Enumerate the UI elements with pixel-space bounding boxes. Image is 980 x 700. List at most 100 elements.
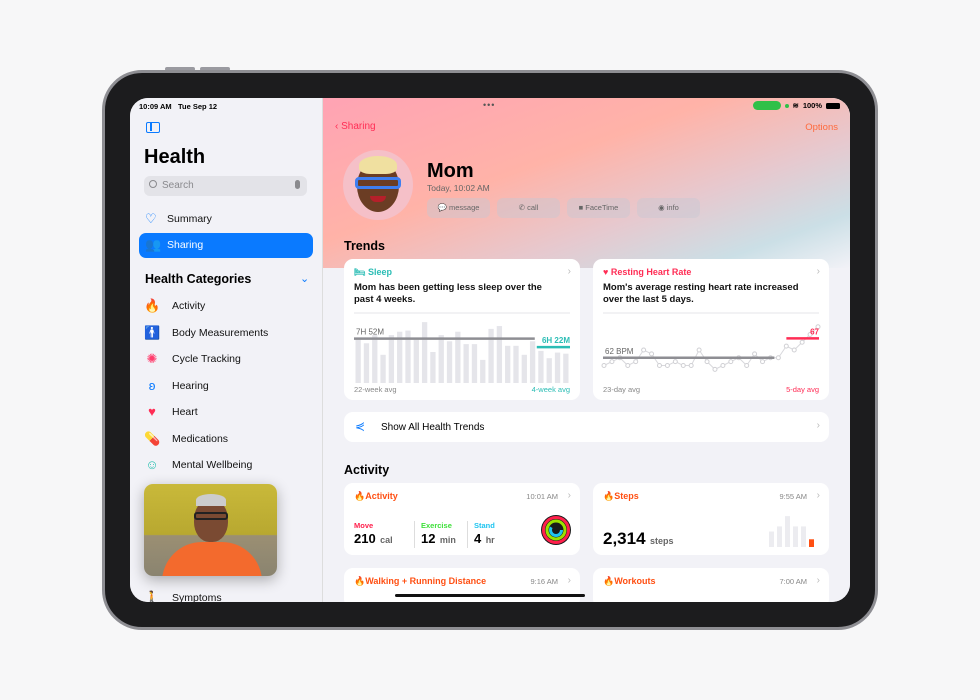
sleep-bar <box>355 339 361 383</box>
main-content: ••• ≋ 100% ‹ Sharing Options Mom Today, 1… <box>323 98 850 602</box>
sidebar: 10:09 AM Tue Sep 12 Health Search ♡ Summa… <box>130 98 323 602</box>
long-avg-caption: 23-day avg <box>603 385 641 394</box>
pills-icon: 💊 <box>144 430 161 446</box>
short-avg-label: 67 <box>810 327 819 336</box>
sidebar-item-mental-wellbeing[interactable]: ☺ Mental Wellbeing <box>144 456 252 474</box>
sleep-bar <box>488 328 494 383</box>
stat-unit: cal <box>380 535 393 545</box>
sleep-bar <box>554 352 561 383</box>
show-all-trends-button[interactable]: ⋞ Show All Health Trends › <box>344 412 829 442</box>
activity-stat: Move 210 cal <box>354 521 393 548</box>
facetime-active-icon[interactable] <box>752 101 781 110</box>
sidebar-item-heart[interactable]: ♥ Heart <box>144 403 198 421</box>
trends-title: Trends <box>344 239 385 253</box>
message-icon: 💬 <box>437 203 447 212</box>
heart-rate-point <box>641 347 647 353</box>
steps-unit: steps <box>650 536 674 546</box>
heart-icon: ♥ <box>603 267 611 277</box>
battery-percent: 100% <box>802 101 822 110</box>
heart-rate-point <box>744 363 750 368</box>
avatar <box>343 150 413 220</box>
back-button[interactable]: ‹ Sharing <box>335 121 376 132</box>
info-button[interactable]: ◉ info <box>637 198 700 218</box>
flame-icon: 🔥 <box>144 298 161 313</box>
chevron-right-icon: › <box>816 266 820 277</box>
sidebar-item-medications[interactable]: 💊 Medications <box>144 430 228 448</box>
activity-rings-icon <box>541 515 571 545</box>
workouts-card[interactable]: 🔥Workouts 7:00 AM › <box>593 568 829 602</box>
heart-outline-icon: ♡ <box>145 211 157 226</box>
stat-value: 4 <box>474 531 482 546</box>
chevron-right-icon: › <box>816 490 820 501</box>
show-all-label: Show All Health Trends <box>381 422 485 433</box>
steps-bar <box>809 539 814 547</box>
heart-rate-trend-card[interactable]: ♥ Resting Heart Rate › Mom's average res… <box>593 259 829 400</box>
stat-value: 210 <box>354 531 376 546</box>
chevron-right-icon: › <box>816 420 820 431</box>
heart-rate-point <box>791 347 797 353</box>
multitasking-dots-icon[interactable]: ••• <box>483 100 495 110</box>
sleep-bar <box>438 335 444 383</box>
card-title: Sleep <box>367 267 392 277</box>
call-button[interactable]: ✆ call <box>497 198 560 218</box>
long-avg-label: 7H 52M <box>356 328 384 337</box>
bed-icon: 🛏 <box>354 267 368 277</box>
heart-rate-point <box>728 359 734 365</box>
heart-rate-point <box>688 363 694 368</box>
sidebar-item-sharing[interactable]: 👥 Sharing <box>139 233 313 258</box>
card-title: Activity <box>365 491 398 501</box>
microphone-icon[interactable] <box>295 180 300 189</box>
stat-label: Exercise <box>421 521 452 530</box>
steps-bar <box>777 526 782 547</box>
card-time: 7:00 AM <box>779 577 807 586</box>
heart-rate-point <box>760 359 766 365</box>
search-input[interactable]: Search <box>144 176 307 196</box>
sleep-bar <box>446 341 453 383</box>
heart-icon: ♥ <box>148 404 156 419</box>
chevron-right-icon: › <box>567 575 571 586</box>
home-indicator[interactable] <box>395 594 585 597</box>
steps-bar <box>801 526 806 547</box>
sleep-bar <box>421 322 428 383</box>
options-button[interactable]: Options <box>805 122 838 133</box>
sleep-bar <box>563 353 569 383</box>
call-icon: ✆ <box>518 203 525 212</box>
heart-rate-point <box>720 363 726 368</box>
facetime-pip-video[interactable] <box>144 484 277 576</box>
heart-rate-point <box>799 339 805 345</box>
facetime-icon: ■ <box>578 203 584 212</box>
sidebar-item-symptoms[interactable]: 🚶 Symptoms <box>144 589 222 602</box>
camera-indicator-icon <box>784 103 789 108</box>
sidebar-item-body-measurements[interactable]: 🚹 Body Measurements <box>144 324 268 342</box>
sidebar-item-label: Body Measurements <box>172 326 269 339</box>
heart-rate-point <box>680 363 686 368</box>
activity-card[interactable]: 🔥Activity 10:01 AM › Move 210 cal Exercise… <box>344 483 580 555</box>
sidebar-item-cycle-tracking[interactable]: ✺ Cycle Tracking <box>144 350 241 368</box>
sleep-trend-card[interactable]: 🛏 Sleep › Mom has been getting less slee… <box>344 259 580 400</box>
sidebar-item-summary[interactable]: ♡ Summary <box>139 207 313 232</box>
card-title: Steps <box>614 491 639 501</box>
message-button[interactable]: 💬 message <box>427 198 490 218</box>
cycle-icon: ✺ <box>146 351 158 366</box>
wifi-icon: ≋ <box>792 101 799 110</box>
facetime-button[interactable]: ■ FaceTime <box>567 198 630 218</box>
sidebar-toggle-icon[interactable] <box>146 122 160 133</box>
health-categories-header[interactable]: Health Categories <box>145 272 251 286</box>
sleep-chart: 7H 52M 6H 22M <box>354 312 570 383</box>
last-updated: Today, 10:02 AM <box>427 183 490 193</box>
sleep-bar <box>480 359 486 383</box>
sidebar-item-label: Heart <box>172 406 198 418</box>
search-icon <box>149 180 157 188</box>
chevron-right-icon: › <box>567 266 571 277</box>
steps-card[interactable]: 🔥Steps 9:55 AM › 2,314 steps <box>593 483 829 555</box>
card-title: Workouts <box>614 576 656 586</box>
stat-label: Stand <box>474 521 495 530</box>
status-date: Tue Sep 12 <box>178 102 218 111</box>
flame-icon: 🔥 <box>354 491 366 501</box>
sleep-bar <box>521 354 527 383</box>
sidebar-item-hearing[interactable]: ʚ Hearing <box>144 377 209 395</box>
trend-description: Mom's average resting heart rate increas… <box>603 282 799 305</box>
sidebar-item-activity[interactable]: 🔥 Activity <box>144 297 205 315</box>
chevron-down-icon[interactable]: ⌄ <box>300 272 309 285</box>
battery-icon <box>826 102 840 109</box>
